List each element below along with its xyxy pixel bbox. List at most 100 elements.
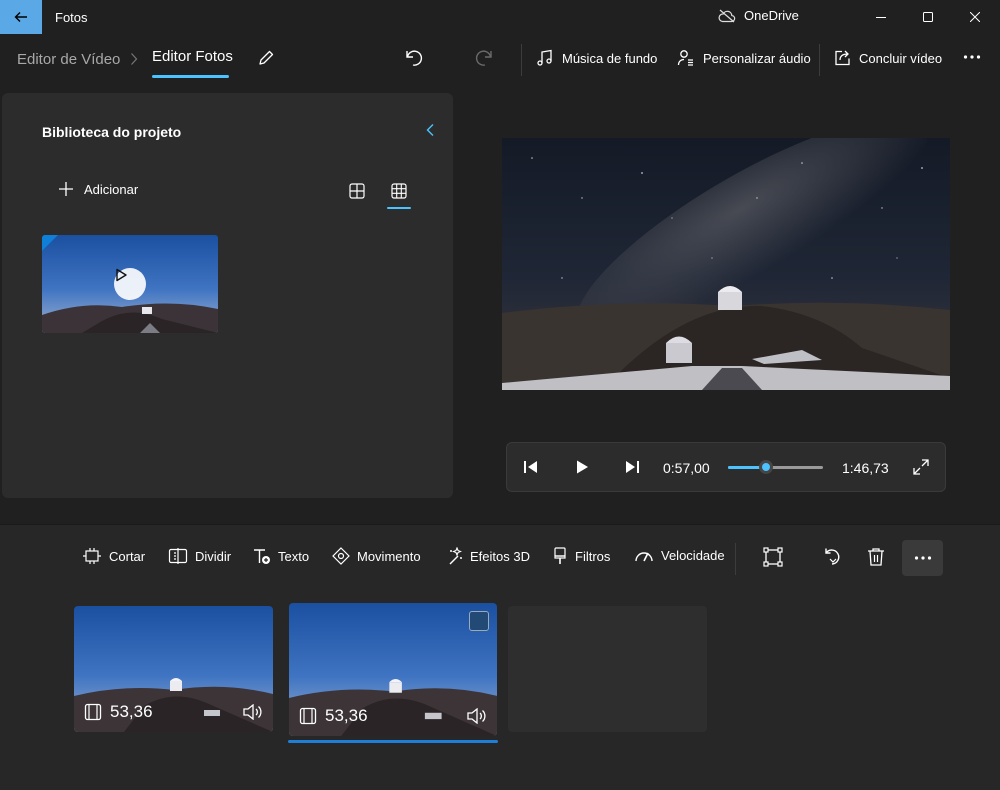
view-mode-indicator [387,207,411,209]
more-icon [963,54,981,60]
skip-forward-icon [624,459,640,475]
motion-tool-button[interactable]: Movimento [332,547,421,565]
breadcrumb-video-editor[interactable]: Editor de Vídeo [17,51,120,68]
close-icon [970,12,980,22]
motion-label: Movimento [357,548,421,564]
redo-icon [474,49,494,67]
rotate-icon [822,547,842,567]
onedrive-status[interactable]: OneDrive [718,8,799,23]
play-button[interactable] [574,459,590,475]
empty-clip-slot[interactable] [508,606,707,732]
split-label: Dividir [195,548,232,564]
maximize-icon [923,12,933,22]
delete-button[interactable] [867,547,885,567]
background-music-button[interactable]: Música de fundo [536,49,657,67]
text-label: Texto [278,548,310,564]
speed-label: Velocidade [661,547,725,563]
trash-icon [867,547,885,567]
play-overlay-icon [114,268,146,300]
view-small-grid-button[interactable] [391,183,407,199]
seek-slider-thumb[interactable] [759,460,773,474]
clip-audio-icon[interactable] [243,704,263,720]
sparkle-effects-icon [445,547,463,565]
custom-audio-icon [677,49,695,67]
onedrive-label: OneDrive [744,8,799,23]
filters-label: Filtros [575,548,611,564]
3d-effects-label: Efeitos 3D [470,548,530,564]
storyboard-divider [735,543,736,575]
storyboard-clip[interactable]: 53,36 [74,606,273,732]
selected-clip-indicator [288,740,498,743]
breadcrumb-chevron-icon [130,52,138,66]
finish-video-label: Concluir vídeo [859,50,943,66]
maximize-button[interactable] [905,0,951,34]
add-media-label: Adicionar [84,181,139,197]
trim-icon [82,547,102,565]
add-media-button[interactable]: Adicionar [58,181,138,197]
brush-filter-icon [552,547,568,565]
trim-tool-button[interactable]: Cortar [82,547,145,565]
close-button[interactable] [952,0,998,34]
clip-duration-value: 53,36 [110,702,153,721]
skip-back-icon [523,459,539,475]
custom-audio-label: Personalizar áudio [703,50,811,66]
expand-icon [913,459,929,475]
toolbar-divider [521,44,522,76]
back-arrow-icon [13,9,29,25]
clip-duration: 53,36 [84,702,153,722]
crop-resize-icon [763,547,783,567]
previous-frame-button[interactable] [523,459,539,475]
collapse-library-button[interactable] [425,123,435,137]
library-video-thumbnail[interactable] [42,235,218,333]
text-tool-button[interactable]: Texto [253,547,309,565]
next-frame-button[interactable] [624,459,640,475]
pencil-icon [257,49,275,67]
undo-button[interactable] [404,49,424,67]
film-strip-icon [299,707,317,725]
play-icon [574,459,590,475]
toolbar-divider [819,44,820,76]
music-note-icon [536,49,554,67]
filters-tool-button[interactable]: Filtros [552,547,610,565]
film-strip-icon [84,703,102,721]
grid-small-icon [391,183,407,199]
storyboard-clip-selected[interactable]: 53,36 [289,603,497,736]
chevron-left-icon [425,123,435,137]
rename-button[interactable] [257,49,275,67]
more-icon [914,555,932,561]
custom-audio-button[interactable]: Personalizar áudio [677,49,811,67]
resize-button[interactable] [763,547,783,567]
split-icon [168,547,188,565]
clip-audio-icon[interactable] [467,708,487,724]
rotate-button[interactable] [822,547,842,567]
title-bar [0,0,1000,34]
speed-tool-button[interactable]: Velocidade [634,547,725,563]
minimize-icon [876,12,886,22]
storyboard-more-button[interactable] [902,540,943,576]
view-large-grid-button[interactable] [349,183,365,199]
breadcrumb-active-indicator [152,75,229,78]
minimize-button[interactable] [858,0,904,34]
cloud-off-icon [718,9,736,23]
grid-large-icon [349,183,365,199]
background-music-label: Música de fundo [562,50,658,66]
finish-video-button[interactable]: Concluir vídeo [833,49,942,67]
current-time: 0:57,00 [663,460,710,476]
trim-label: Cortar [109,548,146,564]
clip-duration-value: 53,36 [325,706,368,725]
motion-icon [332,547,350,565]
clip-select-checkbox[interactable] [469,611,489,631]
total-time: 1:46,73 [842,460,889,476]
share-icon [833,49,851,67]
library-title: Biblioteca do projeto [42,124,182,140]
breadcrumb-photos-editor: Editor Fotos [152,48,233,65]
3d-effects-tool-button[interactable]: Efeitos 3D [445,547,530,565]
split-tool-button[interactable]: Dividir [168,547,231,565]
clip-duration: 53,36 [299,706,368,726]
text-icon [253,547,271,565]
back-button[interactable] [0,0,42,34]
redo-button[interactable] [474,49,494,67]
more-options-button[interactable] [963,54,981,60]
fullscreen-button[interactable] [913,459,929,475]
app-title: Fotos [55,10,88,25]
